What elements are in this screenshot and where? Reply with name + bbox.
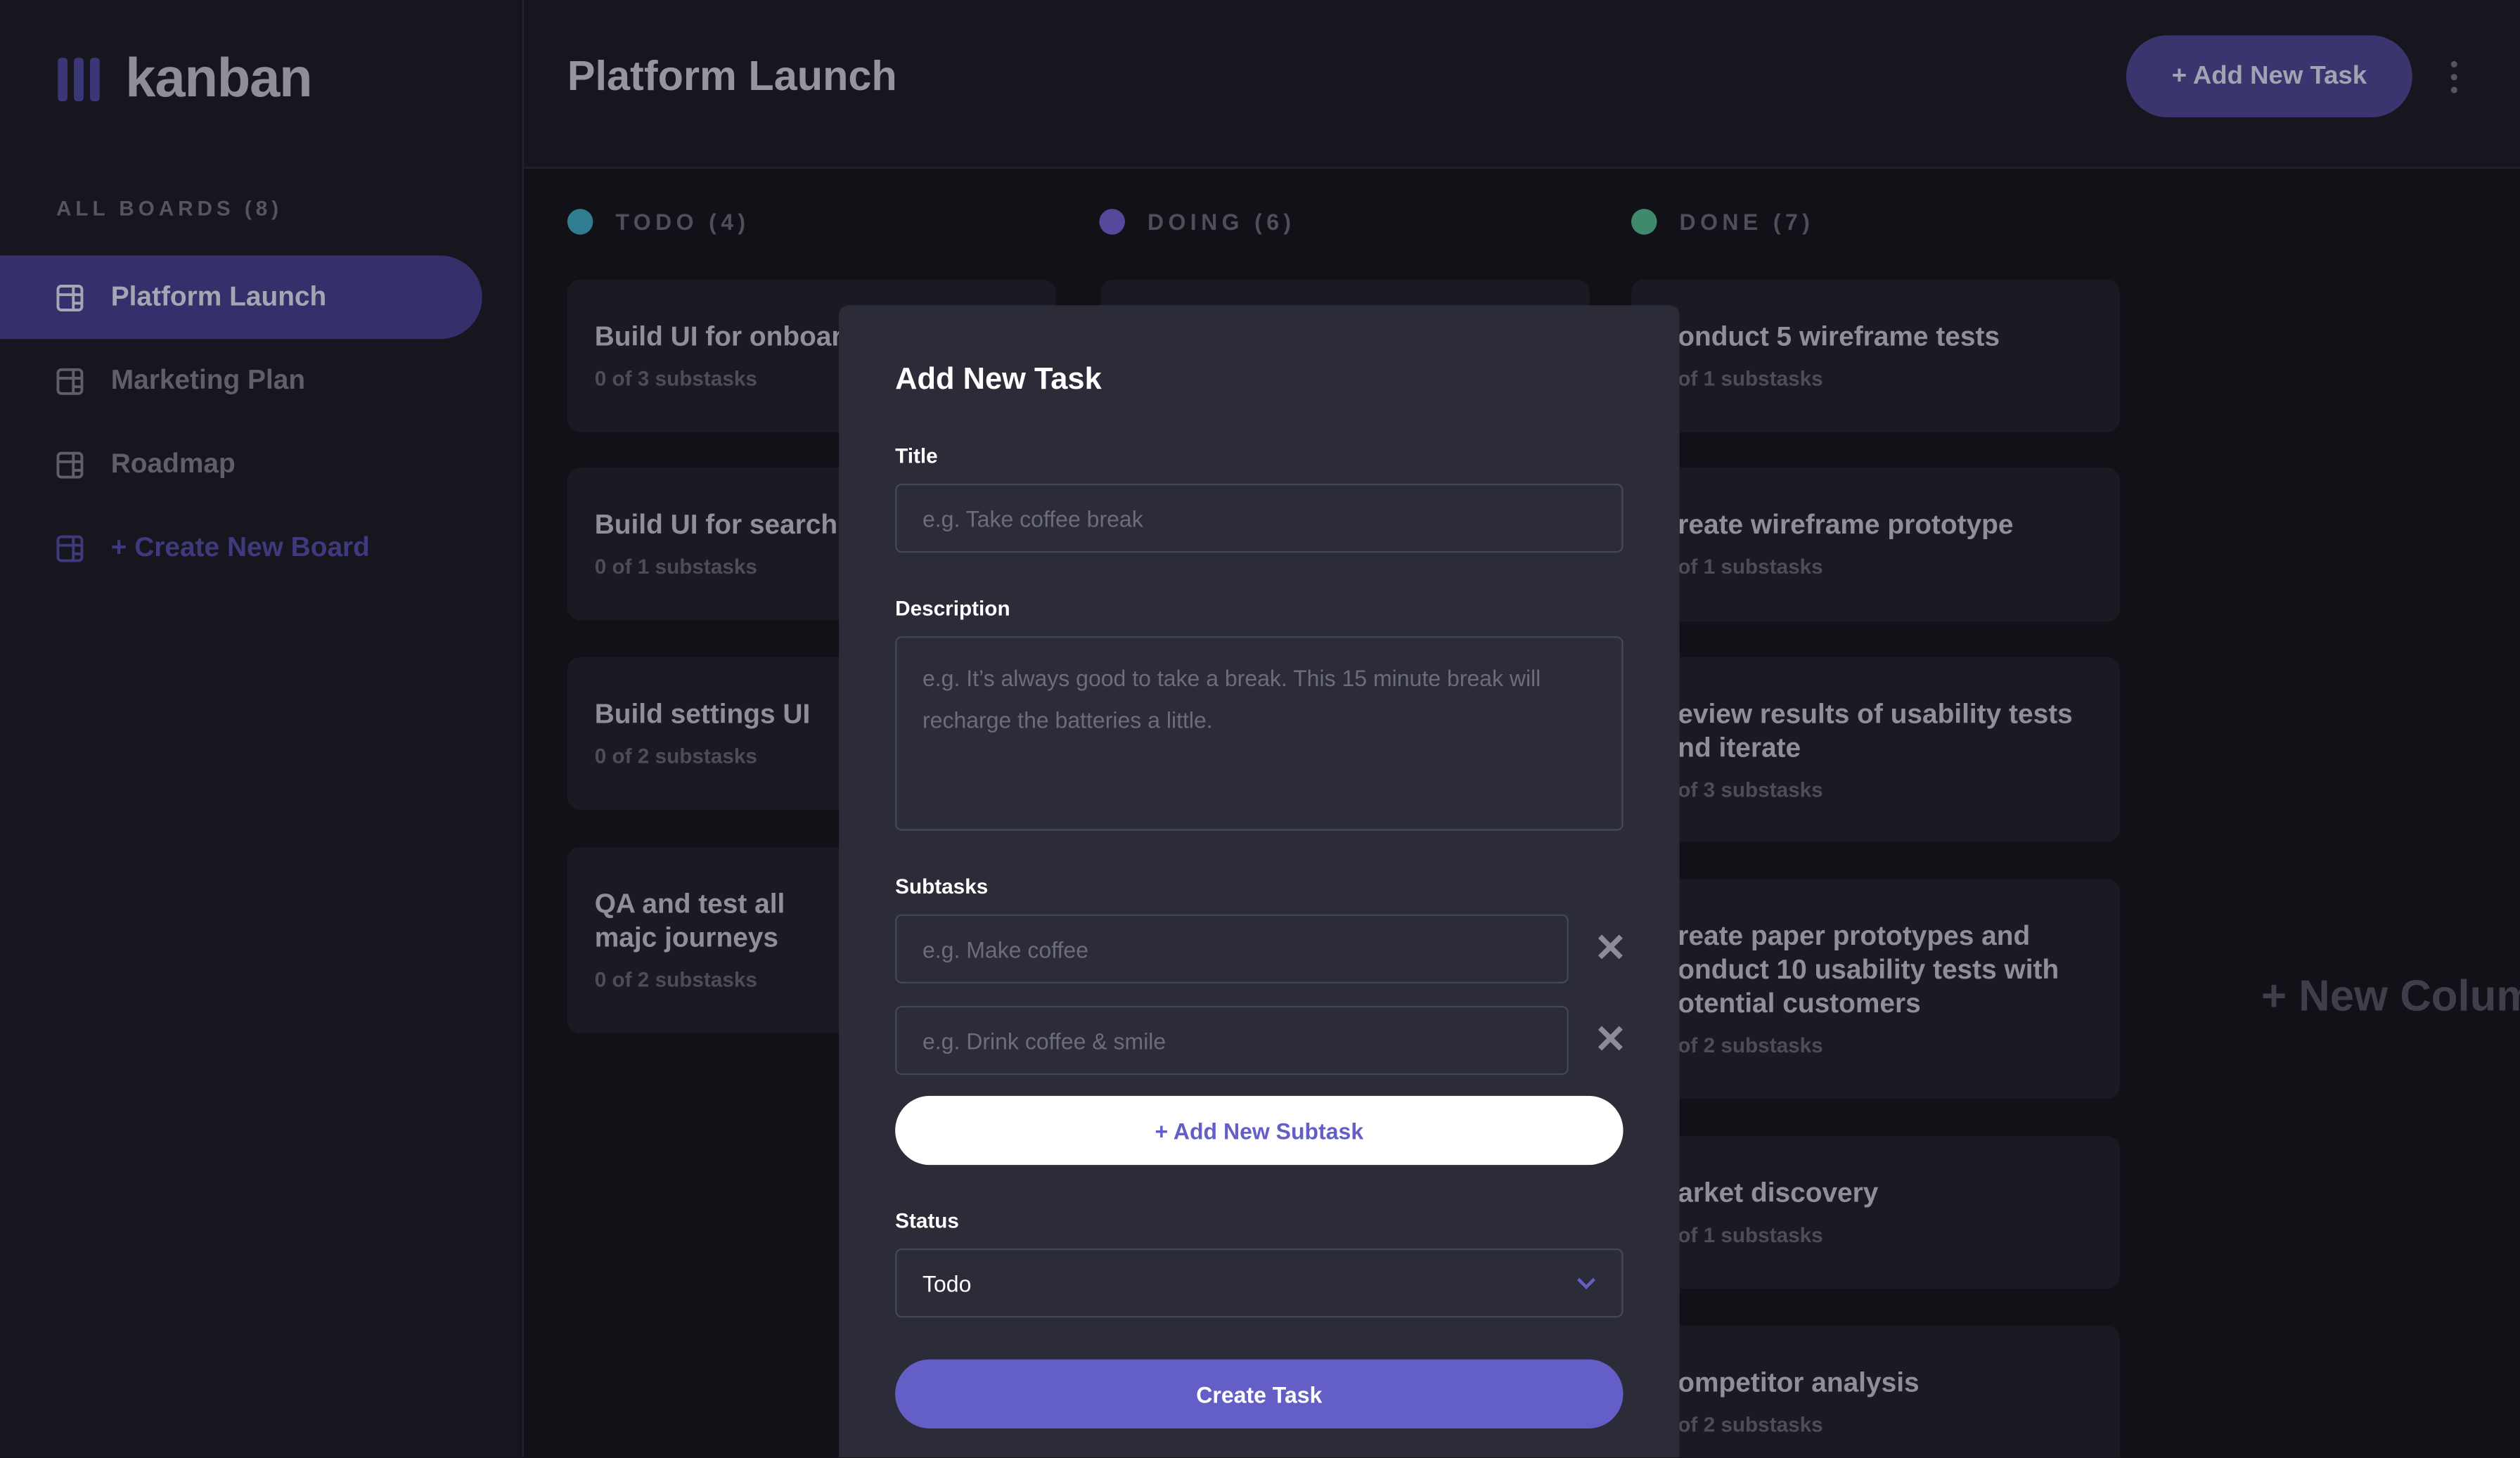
task-card[interactable]: reate paper prototypes and onduct 10 usa… xyxy=(1631,879,2120,1099)
board-icon xyxy=(56,367,84,394)
done-dot-icon xyxy=(1631,209,1657,235)
task-title: ompetitor analysis xyxy=(1678,1367,1920,1398)
create-new-board-button[interactable]: + Create New Board xyxy=(0,506,482,590)
column-header-done: DONE (7) xyxy=(1631,209,1814,235)
subtask-input[interactable]: e.g. Make coffee xyxy=(895,914,1569,983)
sidebar-item-roadmap[interactable]: Roadmap xyxy=(0,422,482,506)
add-new-task-button[interactable]: + Add New Task xyxy=(2126,35,2412,117)
task-subtasks: of 1 substasks xyxy=(1678,554,1823,579)
task-title: reate wireframe prototype xyxy=(1678,509,2014,540)
task-card[interactable]: eview results of usability tests nd iter… xyxy=(1631,657,2120,842)
status-select[interactable]: Todo xyxy=(895,1248,1624,1318)
task-card[interactable]: arket discovery of 1 substasks xyxy=(1631,1135,2120,1289)
task-subtasks: of 2 substasks xyxy=(1678,1033,1823,1057)
task-subtasks: of 2 substasks xyxy=(1678,1412,1823,1437)
column-header-todo: TODO (4) xyxy=(567,209,750,235)
sidebar-item-label: Platform Launch xyxy=(110,280,327,312)
column-header-doing: DOING (6) xyxy=(1099,209,1295,235)
subtask-input[interactable]: e.g. Drink coffee & smile xyxy=(895,1005,1569,1076)
sidebar-item-label: Roadmap xyxy=(110,448,236,479)
doing-dot-icon xyxy=(1099,209,1125,235)
board-icon xyxy=(56,534,84,562)
task-card[interactable]: onduct 5 wireframe tests of 1 substasks xyxy=(1631,279,2120,432)
description-textarea[interactable]: e.g. It’s always good to take a break. T… xyxy=(895,636,1624,831)
sidebar-item-marketing-plan[interactable]: Marketing Plan xyxy=(0,339,482,422)
remove-subtask-icon[interactable]: ✕ xyxy=(1594,1017,1626,1064)
add-subtask-button[interactable]: + Add New Subtask xyxy=(895,1095,1624,1166)
vertical-ellipsis-icon[interactable] xyxy=(2450,60,2457,93)
column-title: DONE (7) xyxy=(1679,209,1815,235)
task-title: QA and test all majc journeys xyxy=(594,888,785,953)
create-board-label: + Create New Board xyxy=(110,531,370,562)
task-title: eview results of usability tests nd iter… xyxy=(1678,699,2073,763)
todo-dot-icon xyxy=(567,209,593,235)
add-task-modal: Add New Task Title e.g. Take coffee brea… xyxy=(839,305,1680,1458)
board-icon xyxy=(56,451,84,478)
sidebar: kanban ALL BOARDS (8) Platform Launch Ma… xyxy=(0,0,525,1458)
status-value: Todo xyxy=(922,1270,972,1296)
create-task-button[interactable]: Create Task xyxy=(895,1359,1624,1428)
task-card[interactable]: ompetitor analysis of 2 substasks xyxy=(1631,1325,2120,1458)
task-title: reate paper prototypes and onduct 10 usa… xyxy=(1678,920,2059,1019)
task-title: arket discovery xyxy=(1678,1178,1879,1208)
task-card[interactable]: reate wireframe prototype of 1 substasks xyxy=(1631,467,2120,622)
task-subtasks: of 1 substasks xyxy=(1678,1222,1823,1247)
board-icon xyxy=(56,283,84,311)
logo-icon xyxy=(58,58,100,101)
sidebar-item-platform-launch[interactable]: Platform Launch xyxy=(0,255,482,340)
column-title: TODO (4) xyxy=(615,209,750,235)
logo-text: kanban xyxy=(125,48,312,110)
chevron-down-icon xyxy=(1576,1277,1596,1289)
app: kanban ALL BOARDS (8) Platform Launch Ma… xyxy=(0,0,2520,1458)
task-title: onduct 5 wireframe tests xyxy=(1678,321,2000,352)
boards-heading: ALL BOARDS (8) xyxy=(56,195,283,221)
column-title: DOING (6) xyxy=(1147,209,1296,235)
task-subtasks: of 3 substasks xyxy=(1678,778,1823,802)
title-input[interactable]: e.g. Take coffee break xyxy=(895,483,1624,553)
sidebar-item-label: Marketing Plan xyxy=(110,364,306,396)
remove-subtask-icon[interactable]: ✕ xyxy=(1594,926,1626,972)
modal-title: Add New Task xyxy=(895,363,1102,397)
description-label: Description xyxy=(895,595,1010,621)
task-subtasks: of 1 substasks xyxy=(1678,366,1823,391)
page-title: Platform Launch xyxy=(567,51,897,100)
header: Platform Launch + Add New Task xyxy=(524,0,2520,169)
new-column-button[interactable]: + New Colum xyxy=(2161,876,2520,1117)
status-label: Status xyxy=(895,1208,959,1233)
logo: kanban xyxy=(58,48,313,111)
title-label: Title xyxy=(895,443,938,468)
subtasks-label: Subtasks xyxy=(895,874,989,898)
